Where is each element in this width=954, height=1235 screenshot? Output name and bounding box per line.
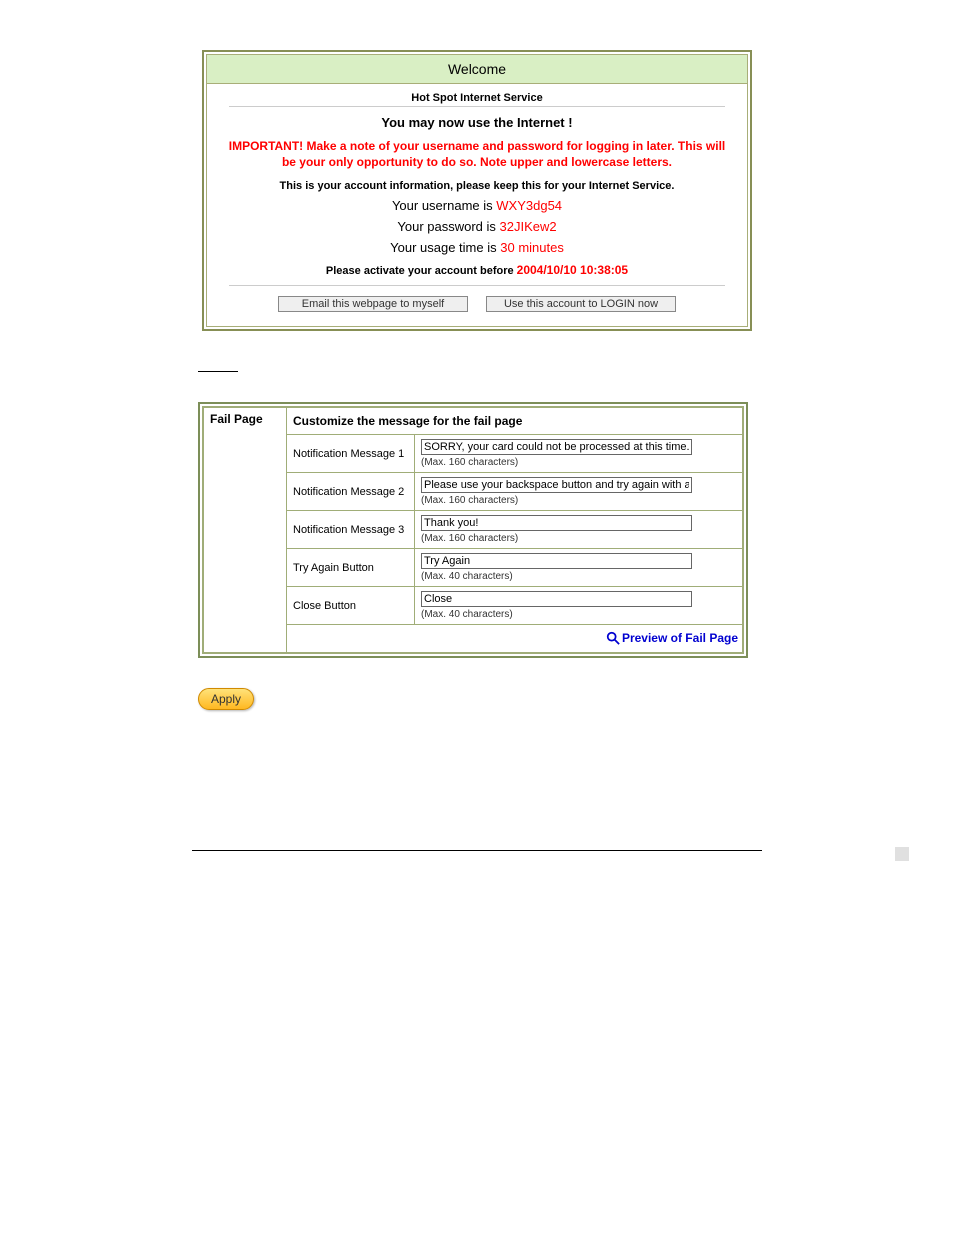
account-info-note: This is your account information, please… bbox=[217, 180, 737, 192]
apply-button[interactable]: Apply bbox=[198, 688, 254, 710]
msg1-hint: (Max. 160 characters) bbox=[421, 457, 736, 468]
page-marker bbox=[895, 847, 909, 861]
try-hint: (Max. 40 characters) bbox=[421, 571, 736, 582]
msg3-input[interactable] bbox=[421, 515, 692, 531]
username-label: Your username is bbox=[392, 198, 493, 213]
msg1-input[interactable] bbox=[421, 439, 692, 455]
password-line: Your password is 32JIKew2 bbox=[217, 219, 737, 234]
fail-page-config: Fail Page Customize the message for the … bbox=[198, 402, 748, 658]
try-input[interactable] bbox=[421, 553, 692, 569]
email-page-button[interactable]: Email this webpage to myself bbox=[278, 296, 468, 312]
try-label: Try Again Button bbox=[287, 549, 415, 587]
msg3-hint: (Max. 160 characters) bbox=[421, 533, 736, 544]
close-label: Close Button bbox=[287, 587, 415, 625]
service-name: Hot Spot Internet Service bbox=[217, 92, 737, 104]
fail-section-title: Customize the message for the fail page bbox=[287, 408, 743, 435]
msg2-input[interactable] bbox=[421, 477, 692, 493]
close-hint: (Max. 40 characters) bbox=[421, 609, 736, 620]
activate-line: Please activate your account before 2004… bbox=[217, 263, 737, 277]
welcome-panel: Welcome Hot Spot Internet Service You ma… bbox=[202, 50, 752, 331]
password-value: 32JIKew2 bbox=[500, 219, 557, 234]
important-notice: IMPORTANT! Make a note of your username … bbox=[221, 138, 733, 170]
welcome-title: Welcome bbox=[207, 55, 747, 84]
password-label: Your password is bbox=[397, 219, 496, 234]
username-line: Your username is WXY3dg54 bbox=[217, 198, 737, 213]
usage-line: Your usage time is 30 minutes bbox=[217, 240, 737, 255]
use-internet-msg: You may now use the Internet ! bbox=[217, 115, 737, 130]
preview-fail-page-link[interactable]: Preview of Fail Page bbox=[606, 631, 738, 645]
preview-link-text: Preview of Fail Page bbox=[622, 631, 738, 645]
fail-page-side-label: Fail Page bbox=[204, 408, 287, 653]
usage-label: Your usage time is bbox=[390, 240, 496, 255]
activate-value: 2004/10/10 10:38:05 bbox=[517, 263, 628, 277]
usage-value: 30 minutes bbox=[500, 240, 564, 255]
close-input[interactable] bbox=[421, 591, 692, 607]
msg2-hint: (Max. 160 characters) bbox=[421, 495, 736, 506]
activate-label: Please activate your account before bbox=[326, 265, 514, 277]
msg2-label: Notification Message 2 bbox=[287, 473, 415, 511]
username-value: WXY3dg54 bbox=[496, 198, 562, 213]
separator-line bbox=[198, 371, 238, 372]
footer-rule bbox=[192, 850, 762, 851]
magnifier-icon bbox=[606, 631, 620, 645]
msg1-label: Notification Message 1 bbox=[287, 435, 415, 473]
login-now-button[interactable]: Use this account to LOGIN now bbox=[486, 296, 676, 312]
msg3-label: Notification Message 3 bbox=[287, 511, 415, 549]
